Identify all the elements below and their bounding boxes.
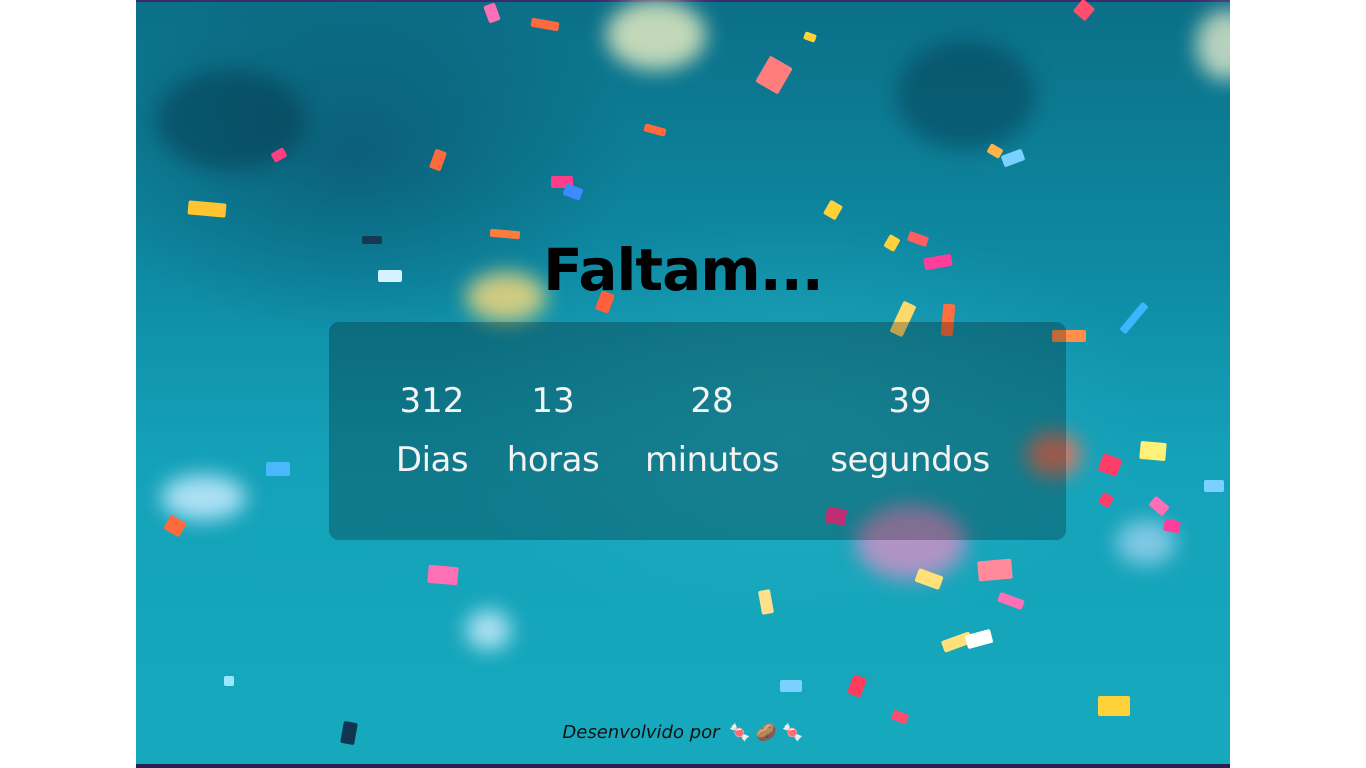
confetti-background: Faltam... 312 Dias 13 horas 28 minutos 3… — [136, 0, 1230, 768]
bokeh-light — [606, 0, 706, 70]
confetti-piece — [187, 200, 227, 218]
confetti-piece — [643, 123, 667, 137]
hours-value: 13 — [531, 381, 575, 421]
confetti-piece — [1097, 491, 1115, 509]
confetti-piece — [562, 183, 584, 201]
countdown-panel: 312 Dias 13 horas 28 minutos 39 segundos — [329, 322, 1066, 540]
hours-label: horas — [506, 440, 600, 480]
countdown-hours: 13 horas — [493, 378, 613, 496]
confetti-piece — [977, 558, 1013, 582]
confetti-piece — [847, 674, 867, 698]
minutes-value: 28 — [690, 381, 734, 421]
footer-text: Desenvolvido por — [562, 722, 720, 743]
seconds-label: segundos — [830, 440, 990, 480]
confetti-piece — [483, 2, 501, 24]
countdown-seconds: 39 segundos — [807, 378, 1013, 496]
days-value: 312 — [399, 381, 465, 421]
bokeh-light — [161, 475, 246, 520]
confetti-piece — [163, 514, 187, 538]
confetti-piece — [427, 564, 459, 586]
countdown-title: Faltam... — [543, 236, 824, 304]
countdown-days: 312 Dias — [381, 378, 483, 496]
footer-credit: Desenvolvido por 🍬 🥔 🍬 — [136, 722, 1230, 743]
confetti-piece — [224, 676, 234, 686]
confetti-piece — [1163, 518, 1181, 534]
confetti-piece — [780, 680, 802, 692]
confetti-piece — [1000, 148, 1026, 168]
confetti-piece — [1098, 696, 1130, 716]
bokeh-light — [466, 610, 511, 650]
countdown-minutes: 28 minutos — [627, 378, 797, 496]
confetti-piece — [755, 55, 793, 95]
confetti-piece — [758, 589, 774, 615]
confetti-piece — [997, 591, 1025, 611]
confetti-piece — [1097, 453, 1123, 477]
confetti-piece — [822, 199, 844, 221]
bokeh-dark — [896, 40, 1036, 150]
candy-potato-icon: 🍬 🥔 🍬 — [729, 723, 804, 743]
minutes-label: minutos — [644, 440, 780, 480]
confetti-piece — [1139, 440, 1167, 462]
confetti-piece — [428, 148, 448, 172]
confetti-piece — [266, 462, 290, 476]
days-label: Dias — [395, 440, 469, 480]
confetti-piece — [530, 17, 560, 32]
seconds-value: 39 — [888, 381, 932, 421]
confetti-piece — [1204, 480, 1224, 492]
confetti-piece — [1072, 0, 1096, 22]
confetti-piece — [1148, 495, 1170, 517]
bokeh-light — [1196, 10, 1230, 80]
confetti-piece — [802, 31, 818, 43]
confetti-piece — [1119, 301, 1149, 335]
